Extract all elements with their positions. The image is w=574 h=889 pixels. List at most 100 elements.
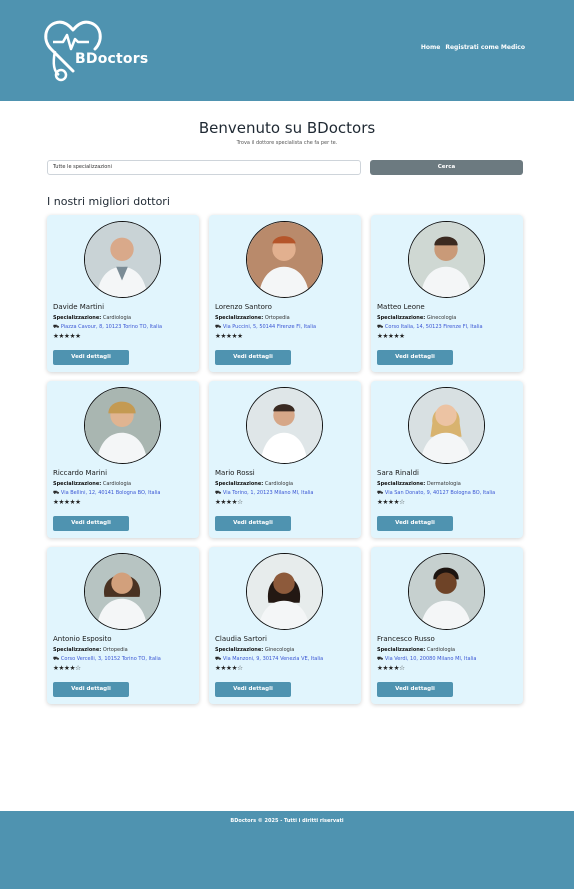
view-details-button[interactable]: Vedi dettagli	[53, 682, 129, 697]
copyright-text: BDoctors © 2025 - Tutti i diritti riserv…	[230, 818, 344, 824]
view-details-button[interactable]: Vedi dettagli	[377, 350, 453, 365]
site-header: BDoctors Home Registrati come Medico	[0, 0, 574, 101]
doctor-avatar	[84, 387, 161, 464]
doctor-name: Antonio Esposito	[53, 635, 112, 643]
address-text: Via Manzoni, 9, 30174 Venezia VE, Italia	[222, 656, 324, 662]
view-details-button[interactable]: Vedi dettagli	[215, 350, 291, 365]
map-icon: ⛟	[215, 324, 222, 330]
doctor-specialization: Specializzazione: Dermatologia	[377, 481, 461, 487]
doctor-card: Claudia Sartori Specializzazione: Gineco…	[209, 547, 361, 704]
doctor-name: Riccardo Marini	[53, 469, 108, 477]
doctor-address[interactable]: ⛟ Via Torino, 1, 20123 Milano MI, Italia	[215, 490, 314, 497]
doctor-specialization: Specializzazione: Cardiologia	[53, 481, 131, 487]
rating-stars: ★★★★☆	[215, 498, 243, 506]
doctor-address[interactable]: ⛟ Via Puccini, 5, 50144 Firenze FI, Ital…	[215, 324, 316, 331]
spec-value: Ortopedia	[102, 647, 128, 653]
rating-stars: ★★★★☆	[377, 664, 405, 672]
address-text: Corso Italia, 14, 50123 Firenze FI, Ital…	[384, 324, 483, 330]
view-details-button[interactable]: Vedi dettagli	[215, 682, 291, 697]
address-text: Corso Vercelli, 3, 10152 Torino TO, Ital…	[60, 656, 161, 662]
address-text: Via San Donato, 9, 40127 Bologna BO, Ita…	[384, 490, 496, 496]
address-text: Via Bellini, 12, 40141 Bologna BO, Itali…	[60, 490, 161, 496]
map-icon: ⛟	[53, 324, 60, 330]
doctor-address[interactable]: ⛟ Corso Italia, 14, 50123 Firenze FI, It…	[377, 324, 483, 331]
site-footer: BDoctors © 2025 - Tutti i diritti riserv…	[0, 811, 574, 889]
spec-value: Ginecologia	[264, 647, 295, 653]
doctor-photo-icon	[85, 222, 160, 297]
doctor-name: Lorenzo Santoro	[215, 303, 272, 311]
doctor-name: Davide Martini	[53, 303, 105, 311]
heart-stethoscope-icon	[44, 20, 102, 82]
map-icon: ⛟	[215, 490, 222, 496]
map-icon: ⛟	[377, 490, 384, 496]
spec-value: Ginecologia	[426, 315, 457, 321]
rating-stars: ★★★★★	[215, 332, 243, 340]
doctor-card: Davide Martini Specializzazione: Cardiol…	[47, 215, 199, 372]
spec-label: Specializzazione:	[215, 315, 264, 321]
spec-label: Specializzazione:	[377, 481, 426, 487]
map-icon: ⛟	[377, 324, 384, 330]
doctor-photo-icon	[409, 388, 484, 463]
view-details-button[interactable]: Vedi dettagli	[53, 350, 129, 365]
spec-label: Specializzazione:	[53, 647, 102, 653]
doctor-specialization: Specializzazione: Cardiologia	[53, 315, 131, 321]
rating-stars: ★★★★★	[53, 332, 81, 340]
rating-stars: ★★★★☆	[215, 664, 243, 672]
spec-label: Specializzazione:	[53, 481, 102, 487]
spec-label: Specializzazione:	[215, 481, 264, 487]
section-title: I nostri migliori dottori	[47, 195, 170, 208]
spec-value: Ortopedia	[264, 315, 290, 321]
doctor-card: Francesco Russo Specializzazione: Cardio…	[371, 547, 523, 704]
doctor-address[interactable]: ⛟ Corso Vercelli, 3, 10152 Torino TO, It…	[53, 656, 161, 663]
doctor-avatar	[84, 221, 161, 298]
doctor-card: Mario Rossi Specializzazione: Cardiologi…	[209, 381, 361, 538]
doctor-specialization: Specializzazione: Ginecologia	[377, 315, 456, 321]
spec-value: Cardiologia	[102, 481, 132, 487]
doctor-card: Riccardo Marini Specializzazione: Cardio…	[47, 381, 199, 538]
doctor-photo-icon	[409, 554, 484, 629]
doctor-address[interactable]: ⛟ Via Verdi, 10, 20080 Milano MI, Italia	[377, 656, 476, 663]
doctor-name: Claudia Sartori	[215, 635, 267, 643]
doctor-specialization: Specializzazione: Cardiologia	[215, 481, 293, 487]
map-icon: ⛟	[53, 656, 60, 662]
doctor-address[interactable]: ⛟ Via Bellini, 12, 40141 Bologna BO, Ita…	[53, 490, 160, 497]
search-button[interactable]: Cerca	[370, 160, 523, 175]
doctor-photo-icon	[247, 222, 322, 297]
rating-stars: ★★★★★	[377, 332, 405, 340]
nav-home[interactable]: Home	[421, 44, 440, 51]
spec-label: Specializzazione:	[215, 647, 264, 653]
doctor-avatar	[246, 387, 323, 464]
address-text: Via Verdi, 10, 20080 Milano MI, Italia	[384, 656, 477, 662]
doctor-avatar	[246, 221, 323, 298]
doctor-specialization: Specializzazione: Ginecologia	[215, 647, 294, 653]
doctor-avatar	[408, 553, 485, 630]
doctor-photo-icon	[409, 222, 484, 297]
map-icon: ⛟	[53, 490, 60, 496]
view-details-button[interactable]: Vedi dettagli	[53, 516, 129, 531]
doctor-address[interactable]: ⛟ Via San Donato, 9, 40127 Bologna BO, I…	[377, 490, 495, 497]
main-nav: Home Registrati come Medico	[421, 44, 525, 51]
doctor-specialization: Specializzazione: Ortopedia	[53, 647, 128, 653]
nav-register-doctor[interactable]: Registrati come Medico	[445, 44, 525, 51]
doctor-address[interactable]: ⛟ Piazza Cavour, 8, 10123 Torino TO, Ita…	[53, 324, 162, 331]
address-text: Via Torino, 1, 20123 Milano MI, Italia	[222, 490, 314, 496]
view-details-button[interactable]: Vedi dettagli	[377, 516, 453, 531]
logo[interactable]: BDoctors	[41, 15, 151, 85]
view-details-button[interactable]: Vedi dettagli	[215, 516, 291, 531]
view-details-button[interactable]: Vedi dettagli	[377, 682, 453, 697]
page-subtitle: Trova il dottore specialista che fa per …	[236, 140, 338, 146]
specialization-select[interactable]: Tutte le specializzazioni	[47, 160, 361, 175]
map-icon: ⛟	[377, 656, 384, 662]
doctor-name: Sara Rinaldi	[377, 469, 419, 477]
doctor-card: Sara Rinaldi Specializzazione: Dermatolo…	[371, 381, 523, 538]
doctor-photo-icon	[85, 388, 160, 463]
doctor-avatar	[408, 387, 485, 464]
doctor-card: Antonio Esposito Specializzazione: Ortop…	[47, 547, 199, 704]
doctor-specialization: Specializzazione: Ortopedia	[215, 315, 290, 321]
doctor-card: Lorenzo Santoro Specializzazione: Ortope…	[209, 215, 361, 372]
doctor-photo-icon	[85, 554, 160, 629]
doctor-avatar	[246, 553, 323, 630]
doctor-address[interactable]: ⛟ Via Manzoni, 9, 30174 Venezia VE, Ital…	[215, 656, 323, 663]
doctor-photo-icon	[247, 554, 322, 629]
map-icon: ⛟	[215, 656, 222, 662]
